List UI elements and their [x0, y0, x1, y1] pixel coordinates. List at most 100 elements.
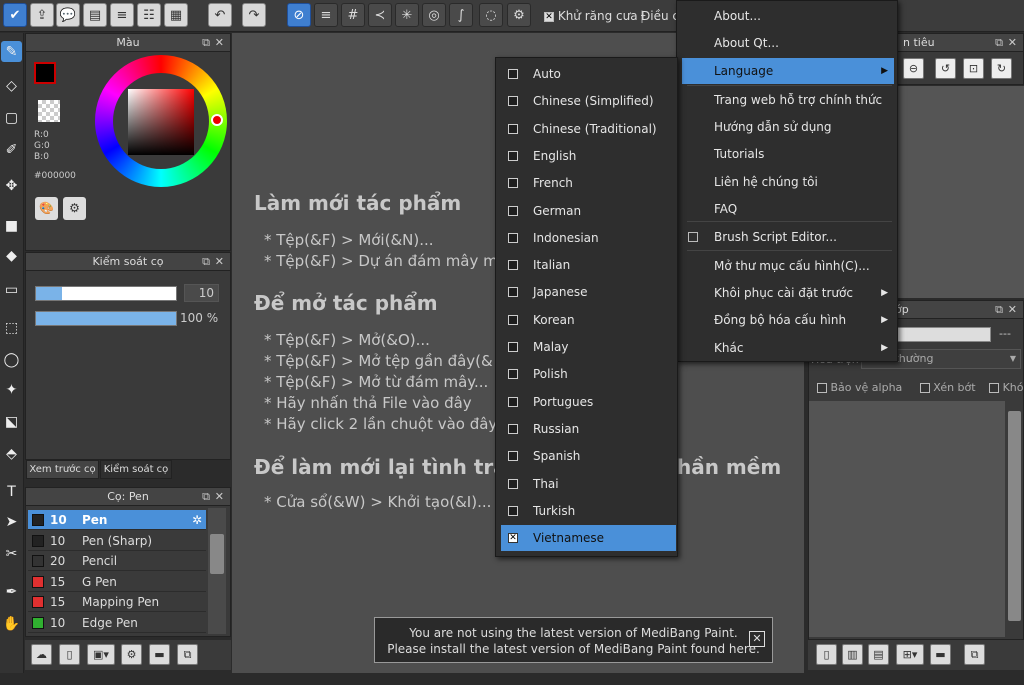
help-menu-item[interactable]: Language ▶	[682, 58, 894, 84]
perspective-snap-icon[interactable]: ≺	[368, 3, 392, 27]
brush-list-item[interactable]: 15 Mapping Pen	[28, 592, 206, 612]
help-menu-item[interactable]: Đồng bộ hóa cấu hình ▶	[682, 307, 894, 333]
help-menu-item[interactable]: Liên hệ chúng tôi	[682, 169, 894, 195]
tab-brush-control[interactable]: Kiểm soát cọ	[100, 460, 172, 479]
export-icon[interactable]: ⇪	[30, 3, 54, 27]
brush-folder-icon[interactable]: ▬	[149, 644, 170, 665]
bucket-tool-icon[interactable]: ◆	[1, 245, 22, 266]
redo-icon[interactable]: ↷	[242, 3, 266, 27]
chat-icon[interactable]: ▤	[83, 3, 107, 27]
grid-snap-icon[interactable]: #	[341, 3, 365, 27]
undock-icon[interactable]: ⧉	[202, 253, 210, 271]
help-menu-item[interactable]: Brush Script Editor...	[682, 224, 894, 250]
layer-scrollbar[interactable]	[1006, 401, 1023, 637]
new-layer-icon[interactable]: ▯	[816, 644, 837, 665]
new-8bit-layer-icon[interactable]: ▤	[868, 644, 889, 665]
close-icon[interactable]: ✕	[1008, 34, 1017, 52]
brush-opacity-slider[interactable]	[35, 311, 177, 326]
text-tool-icon[interactable]: T	[1, 481, 22, 502]
concentric-snap-icon[interactable]: ◎	[422, 3, 446, 27]
parallel-snap-icon[interactable]: ≡	[314, 3, 338, 27]
fill-rect-tool-icon[interactable]: ■	[1, 215, 22, 236]
antialias-toggle[interactable]: ✕ Khử răng cưa	[544, 9, 638, 23]
app-menu-icon[interactable]: ✔	[3, 3, 27, 27]
close-icon[interactable]: ✕	[215, 488, 224, 506]
gradient-tool-icon[interactable]: ▭	[1, 279, 22, 300]
language-option[interactable]: English	[501, 143, 676, 169]
operation-tool-icon[interactable]: ➤	[1, 511, 22, 532]
brush-list-item[interactable]: 10 Pen ✲	[28, 510, 206, 530]
eyedropper-tool-icon[interactable]: ✒	[1, 581, 22, 602]
help-menu-item[interactable]: Mở thư mục cấu hình(C)...	[682, 253, 894, 279]
brush-list-item[interactable]: 10 Pen (Sharp)	[28, 531, 206, 551]
dot-brush-tool-icon[interactable]: ✐	[1, 139, 22, 160]
help-menu-item[interactable]: About...	[682, 3, 894, 29]
rotate-right-icon[interactable]: ↻	[991, 58, 1012, 79]
tab-brush-preview[interactable]: Xem trước cọ	[26, 460, 99, 479]
document-icon[interactable]: ≡	[110, 3, 134, 27]
lock-checkbox[interactable]	[989, 383, 1000, 393]
language-option[interactable]: Turkish	[501, 498, 676, 524]
brush-list-item[interactable]: 20 Pencil	[28, 551, 206, 571]
brush-properties-icon[interactable]: ⚙	[121, 644, 142, 665]
language-option[interactable]: Thai	[501, 471, 676, 497]
brush-size-value[interactable]: 10	[184, 284, 219, 302]
lasso-tool-icon[interactable]: ◯	[1, 349, 22, 370]
help-menu-item[interactable]: About Qt...	[682, 30, 894, 56]
duplicate-brush-icon[interactable]: ⧉	[177, 644, 198, 665]
help-menu-item[interactable]: Khôi phục cài đặt trước ▶	[682, 280, 894, 306]
new-halftone-layer-icon[interactable]: ▥	[842, 644, 863, 665]
settings-gear-icon[interactable]: ⚙	[507, 3, 531, 27]
brush-size-slider[interactable]	[35, 286, 177, 301]
rectangle-tool-icon[interactable]: ▢	[1, 107, 22, 128]
add-brush-icon[interactable]: ▣▾	[87, 644, 115, 665]
protect-alpha-checkbox[interactable]	[817, 383, 827, 393]
saturation-square[interactable]	[128, 89, 194, 155]
circle-snap-icon[interactable]: ◌	[479, 3, 503, 27]
language-option[interactable]: Polish	[501, 361, 676, 387]
snap-off-icon[interactable]: ⊘	[287, 3, 311, 27]
cloud-brush-icon[interactable]: ☁	[31, 644, 52, 665]
select-pen-icon[interactable]: ⬕	[1, 411, 22, 432]
rotate-left-icon[interactable]: ↺	[935, 58, 956, 79]
language-option[interactable]: French	[501, 170, 676, 196]
brush-list-item[interactable]: 10 Edge Pen	[28, 613, 206, 633]
layer-folder-icon[interactable]: ▬	[930, 644, 951, 665]
language-option[interactable]: Auto	[501, 61, 676, 87]
help-menu-item[interactable]: Khác ▶	[682, 335, 894, 361]
language-option[interactable]: Korean	[501, 307, 676, 333]
palette-settings-icon[interactable]: ⚙	[63, 197, 86, 220]
divide-tool-icon[interactable]: ✂	[1, 543, 22, 564]
palette-icon[interactable]: 🎨	[35, 197, 58, 220]
select-rect-tool-icon[interactable]: ⬚	[1, 317, 22, 338]
language-option[interactable]: Chinese (Simplified)	[501, 88, 676, 114]
hue-handle[interactable]	[211, 114, 223, 126]
notification-close-button[interactable]: ✕	[749, 631, 765, 647]
language-option[interactable]: German	[501, 198, 676, 224]
hand-tool-icon[interactable]: ✋	[1, 613, 22, 634]
brush-tool-icon[interactable]: ✎	[1, 41, 22, 62]
help-menu-item[interactable]: Trang web hỗ trợ chính thức	[682, 87, 894, 113]
update-notification[interactable]: You are not using the latest version of …	[374, 617, 773, 663]
grid-edit-icon[interactable]: ▦	[164, 3, 188, 27]
zoom-out-icon[interactable]: ⊖	[903, 58, 924, 79]
language-option[interactable]: Chinese (Traditional)	[501, 116, 676, 142]
radial-snap-icon[interactable]: ✳	[395, 3, 419, 27]
eraser-tool-icon[interactable]: ◇	[1, 75, 22, 96]
add-layer-menu-icon[interactable]: ⊞▾	[896, 644, 924, 665]
language-option[interactable]: Spanish	[501, 443, 676, 469]
language-option[interactable]: Indonesian	[501, 225, 676, 251]
move-tool-icon[interactable]: ✥	[1, 175, 22, 196]
language-option[interactable]: Portugues	[501, 389, 676, 415]
list-icon[interactable]: ☷	[137, 3, 161, 27]
language-option[interactable]: Malay	[501, 334, 676, 360]
duplicate-layer-icon[interactable]: ⧉	[964, 644, 985, 665]
transparent-swatch[interactable]	[38, 100, 60, 122]
undock-icon[interactable]: ⧉	[995, 301, 1003, 319]
fit-view-icon[interactable]: ⊡	[963, 58, 984, 79]
language-option[interactable]: ✕ Vietnamese	[501, 525, 676, 552]
brush-list-scrollbar[interactable]	[208, 508, 226, 634]
undock-icon[interactable]: ⧉	[202, 34, 210, 52]
magic-wand-icon[interactable]: ✦	[1, 379, 22, 400]
undo-icon[interactable]: ↶	[208, 3, 232, 27]
